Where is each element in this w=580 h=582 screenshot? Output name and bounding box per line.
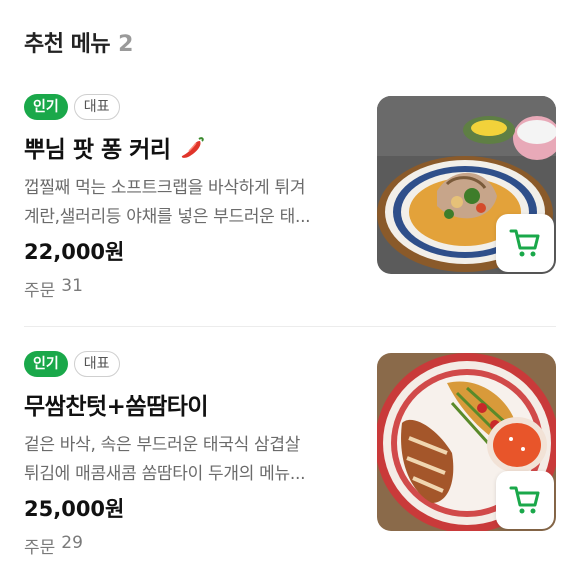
menu-item-price: 22,000원 <box>24 240 125 264</box>
badge-group: 인기 대표 <box>24 94 120 120</box>
menu-item-name-text: 무쌈찬텃+쏨땀타이 <box>24 394 209 420</box>
badge-group: 인기 대표 <box>24 351 120 377</box>
menu-item-photo[interactable] <box>377 353 556 531</box>
menu-item[interactable]: 인기 대표 무쌈찬텃+쏨땀타이 겉은 바삭, 속은 부드러운 태국식 삼겹살 튀… <box>0 343 580 582</box>
description-line: 껍찔째 먹는 소프트크랩을 바삭하게 튀겨 <box>24 178 306 198</box>
signature-badge: 대표 <box>73 351 120 377</box>
section-header: 추천 메뉴 2 <box>24 26 133 58</box>
description-line: 계란,샐러리등 야채를 넣은 부드러운 태... <box>24 207 311 227</box>
order-count-label: 주문 <box>24 281 56 301</box>
description-line: 튀김에 매콤새콤 쏨땀타이 두개의 메뉴... <box>24 464 306 484</box>
section-title: 추천 메뉴 <box>24 32 111 57</box>
popular-badge: 인기 <box>24 351 68 377</box>
order-count-value: 29 <box>61 533 83 553</box>
add-to-cart-button[interactable] <box>496 471 554 529</box>
order-count-value: 31 <box>61 276 83 296</box>
order-count: 주문 29 <box>24 533 83 558</box>
chili-pepper-icon <box>178 133 206 161</box>
order-count: 주문 31 <box>24 276 83 301</box>
menu-item-name: 무쌈찬텃+쏨땀타이 <box>24 387 209 421</box>
menu-item-name: 뿌님 팟 퐁 커리 <box>24 130 206 164</box>
menu-item-description: 겉은 바삭, 속은 부드러운 태국식 삼겹살 튀김에 매콤새콤 쏨땀타이 두개의… <box>24 431 356 489</box>
menu-item[interactable]: 인기 대표 뿌님 팟 퐁 커리 껍찔째 먹는 소프트크랩을 바삭하게 튀겨 계란… <box>0 86 580 301</box>
popular-badge: 인기 <box>24 94 68 120</box>
menu-item-description: 껍찔째 먹는 소프트크랩을 바삭하게 튀겨 계란,샐러리등 야채를 넣은 부드러… <box>24 174 356 232</box>
section-count: 2 <box>118 32 134 57</box>
description-line: 겉은 바삭, 속은 부드러운 태국식 삼겹살 <box>24 435 301 455</box>
cart-icon <box>509 486 540 514</box>
order-count-label: 주문 <box>24 538 56 558</box>
divider <box>24 326 556 327</box>
signature-badge: 대표 <box>73 94 120 120</box>
menu-item-name-text: 뿌님 팟 퐁 커리 <box>24 137 171 163</box>
menu-item-price: 25,000원 <box>24 497 125 521</box>
cart-icon <box>509 229 540 257</box>
add-to-cart-button[interactable] <box>496 214 554 272</box>
menu-item-photo[interactable] <box>377 96 556 274</box>
